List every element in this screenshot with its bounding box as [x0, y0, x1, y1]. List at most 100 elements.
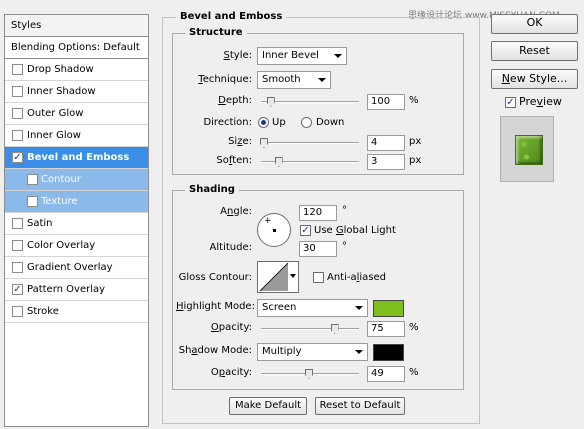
- style-item-label: Pattern Overlay: [27, 284, 106, 295]
- style-item-texture[interactable]: Texture: [5, 191, 148, 213]
- reset-to-default-button[interactable]: Reset to Default: [315, 397, 405, 415]
- direction-down-radio[interactable]: [301, 117, 312, 128]
- angle-dial[interactable]: +: [257, 213, 291, 247]
- global-light-checkbox[interactable]: ✓: [300, 225, 311, 236]
- style-item-inner-glow[interactable]: Inner Glow: [5, 125, 148, 147]
- style-item-label: Bevel and Emboss: [27, 152, 130, 163]
- highlight-opacity-input[interactable]: 75: [367, 321, 405, 337]
- style-item-label: Contour: [41, 174, 81, 185]
- highlight-color-swatch[interactable]: [373, 300, 404, 317]
- styles-panel: Styles Blending Options: Default Drop Sh…: [4, 14, 149, 427]
- shadow-mode-label: Shadow Mode:: [178, 345, 252, 356]
- highlight-mode-label: Highlight Mode:: [176, 301, 255, 312]
- chevron-down-icon: [334, 54, 342, 58]
- style-item-checkbox[interactable]: [12, 262, 23, 273]
- depth-slider[interactable]: [261, 97, 359, 107]
- make-default-button[interactable]: Make Default: [229, 397, 307, 415]
- reset-button[interactable]: Reset: [491, 41, 578, 61]
- style-select-value: Inner Bevel: [262, 50, 319, 61]
- style-item-checkbox[interactable]: ✓: [12, 152, 23, 163]
- style-item-inner-shadow[interactable]: Inner Shadow: [5, 81, 148, 103]
- style-select[interactable]: Inner Bevel: [257, 47, 347, 65]
- style-item-label: Drop Shadow: [27, 64, 94, 75]
- size-unit: px: [409, 136, 422, 147]
- soften-input[interactable]: 3: [367, 154, 405, 170]
- style-item-satin[interactable]: Satin: [5, 213, 148, 235]
- style-item-color-overlay[interactable]: Color Overlay: [5, 235, 148, 257]
- preview-swatch-image: [515, 135, 543, 165]
- style-item-drop-shadow[interactable]: Drop Shadow: [5, 59, 148, 81]
- direction-up-radio[interactable]: [258, 117, 269, 128]
- altitude-input[interactable]: 30: [299, 241, 337, 257]
- style-item-checkbox[interactable]: [27, 196, 38, 207]
- bevel-emboss-title: Bevel and Emboss: [176, 11, 287, 23]
- size-slider[interactable]: [259, 138, 359, 148]
- size-label: Size:: [228, 136, 252, 147]
- shadow-opacity-unit: %: [409, 367, 419, 378]
- styles-header-label: Styles: [11, 20, 42, 31]
- contour-curve-icon: [259, 262, 289, 292]
- direction-down-label: Down: [316, 117, 345, 128]
- depth-input[interactable]: 100: [367, 94, 405, 110]
- style-item-label: Gradient Overlay: [27, 262, 113, 273]
- style-item-label: Texture: [41, 196, 78, 207]
- ok-button[interactable]: OK: [491, 14, 578, 34]
- angle-input[interactable]: 120: [299, 205, 337, 221]
- shadow-mode-select[interactable]: Multiply: [257, 343, 368, 361]
- style-item-checkbox[interactable]: [12, 306, 23, 317]
- style-item-outer-glow[interactable]: Outer Glow: [5, 103, 148, 125]
- chevron-down-icon: [355, 306, 363, 310]
- soften-slider[interactable]: [261, 157, 359, 167]
- shadow-opacity-input[interactable]: 49: [367, 366, 405, 382]
- anti-aliased-label: Anti-aliased: [327, 272, 387, 283]
- style-item-label: Color Overlay: [27, 240, 96, 251]
- style-item-checkbox[interactable]: [27, 174, 38, 185]
- style-item-gradient-overlay[interactable]: Gradient Overlay: [5, 257, 148, 279]
- chevron-down-icon: [318, 78, 326, 82]
- style-item-label: Stroke: [27, 306, 59, 317]
- new-style-button[interactable]: New Style...: [491, 69, 578, 89]
- style-item-label: Inner Glow: [27, 130, 81, 141]
- soften-label: Soften:: [216, 155, 252, 166]
- style-item-label: Inner Shadow: [27, 86, 96, 97]
- style-item-checkbox[interactable]: [12, 64, 23, 75]
- anti-aliased-checkbox[interactable]: [313, 272, 324, 283]
- style-item-pattern-overlay[interactable]: ✓ Pattern Overlay: [5, 279, 148, 301]
- highlight-mode-value: Screen: [262, 302, 297, 313]
- angle-unit: °: [342, 205, 347, 216]
- style-item-checkbox[interactable]: [12, 218, 23, 229]
- size-input[interactable]: 4: [367, 135, 405, 151]
- style-item-checkbox[interactable]: [12, 240, 23, 251]
- highlight-opacity-slider[interactable]: [261, 324, 359, 334]
- chevron-down-icon: [290, 274, 296, 278]
- shading-title: Shading: [185, 184, 239, 196]
- style-preview-area: [500, 116, 554, 182]
- technique-label: Technique:: [198, 74, 252, 85]
- altitude-label: Altitude:: [209, 242, 252, 253]
- shadow-mode-value: Multiply: [262, 346, 302, 357]
- shadow-color-swatch[interactable]: [373, 344, 404, 361]
- gloss-contour-label: Gloss Contour:: [178, 272, 252, 283]
- gloss-contour-picker[interactable]: [257, 261, 299, 293]
- highlight-mode-select[interactable]: Screen: [257, 299, 368, 317]
- style-item-contour[interactable]: Contour: [5, 169, 148, 191]
- style-item-bevel-and-emboss[interactable]: ✓ Bevel and Emboss: [5, 147, 148, 169]
- direction-up-label: Up: [272, 117, 286, 128]
- style-item-checkbox[interactable]: [12, 86, 23, 97]
- depth-label: Depth:: [218, 95, 252, 106]
- shadow-opacity-slider[interactable]: [261, 369, 359, 379]
- crosshair-icon: +: [264, 216, 272, 226]
- styles-header[interactable]: Styles: [5, 15, 148, 37]
- preview-checkbox[interactable]: ✓: [505, 97, 516, 108]
- direction-label: Direction:: [203, 117, 252, 128]
- technique-select[interactable]: Smooth: [257, 71, 331, 89]
- altitude-unit: °: [342, 241, 347, 252]
- preview-label: Preview: [519, 95, 562, 108]
- style-item-checkbox[interactable]: ✓: [12, 284, 23, 295]
- blending-options-label: Blending Options: Default: [11, 42, 140, 53]
- style-item-checkbox[interactable]: [12, 130, 23, 141]
- shadow-opacity-label: Opacity:: [210, 367, 252, 378]
- style-item-checkbox[interactable]: [12, 108, 23, 119]
- style-item-stroke[interactable]: Stroke: [5, 301, 148, 323]
- blending-options-item[interactable]: Blending Options: Default: [5, 37, 148, 59]
